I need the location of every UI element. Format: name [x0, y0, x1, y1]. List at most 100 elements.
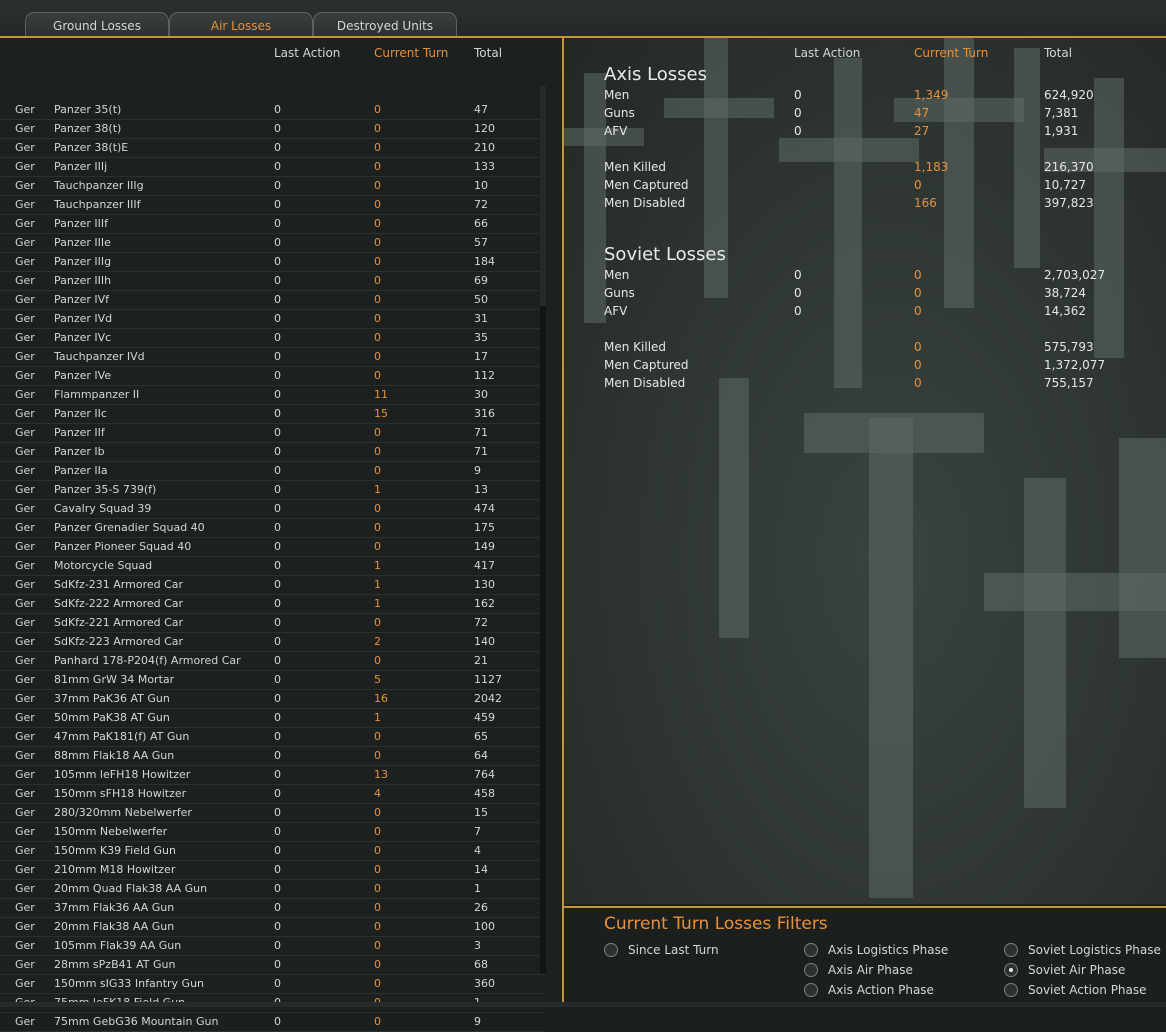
radio-icon[interactable]	[604, 943, 618, 957]
cell-last-action: 0	[274, 749, 281, 762]
table-row[interactable]: Ger 210mm M18 Howitzer 0 0 14	[0, 861, 545, 880]
tab-air-losses[interactable]: Air Losses	[169, 12, 313, 37]
cell-current-turn: 0	[374, 464, 381, 477]
table-row[interactable]: Ger Panzer IVe 0 0 112	[0, 367, 545, 386]
tab-ground-losses[interactable]: Ground Losses	[25, 12, 169, 37]
table-row[interactable]: Ger 28mm sPzB41 AT Gun 0 0 68	[0, 956, 545, 975]
cell-unit-name: 20mm Quad Flak38 AA Gun	[54, 882, 208, 895]
table-row[interactable]: Ger Panhard 178-P204(f) Armored Car 0 0 21	[0, 652, 545, 671]
cell-unit-name: 37mm Flak36 AA Gun	[54, 901, 175, 914]
table-row[interactable]: Ger Cavalry Squad 39 0 0 474	[0, 500, 545, 519]
cell-total: 72	[474, 198, 488, 211]
table-row[interactable]: Ger 88mm Flak18 AA Gun 0 0 64	[0, 747, 545, 766]
soviet-stat-label: Men Disabled	[604, 376, 686, 390]
axis-stat-total: 1,931	[1044, 124, 1079, 138]
radio-icon[interactable]	[1004, 983, 1018, 997]
table-row[interactable]: Ger Panzer 35-S 739(f) 0 1 13	[0, 481, 545, 500]
cell-current-turn: 0	[374, 749, 381, 762]
table-row[interactable]: Ger 37mm PaK36 AT Gun 0 16 2042	[0, 690, 545, 709]
cell-last-action: 0	[274, 388, 281, 401]
soviet-stat-current-turn: 0	[914, 340, 922, 354]
cell-nation: Ger	[15, 939, 35, 952]
table-row[interactable]: Ger 105mm Flak39 AA Gun 0 0 3	[0, 937, 545, 956]
table-row[interactable]: Ger Tauchpanzer IIIf 0 0 72	[0, 196, 545, 215]
table-row[interactable]: Ger 150mm sFH18 Howitzer 0 4 458	[0, 785, 545, 804]
table-row[interactable]: Ger 150mm sIG33 Infantry Gun 0 0 360	[0, 975, 545, 994]
table-row[interactable]: Ger Panzer IIc 0 15 316	[0, 405, 545, 424]
cell-unit-name: Panzer Ib	[54, 445, 105, 458]
cell-last-action: 0	[274, 920, 281, 933]
cell-current-turn: 0	[374, 502, 381, 515]
table-row[interactable]: Ger 50mm PaK38 AT Gun 0 1 459	[0, 709, 545, 728]
cell-total: 15	[474, 806, 488, 819]
table-row[interactable]: Ger Panzer IIIf 0 0 66	[0, 215, 545, 234]
cell-unit-name: Panzer IVf	[54, 293, 110, 306]
cell-last-action: 0	[274, 179, 281, 192]
scrollbar-thumb[interactable]	[540, 306, 546, 974]
table-row[interactable]: Ger 150mm K39 Field Gun 0 0 4	[0, 842, 545, 861]
cell-nation: Ger	[15, 141, 35, 154]
cell-total: 72	[474, 616, 488, 629]
table-row[interactable]: Ger Panzer IIIh 0 0 69	[0, 272, 545, 291]
tab-destroyed-units[interactable]: Destroyed Units	[313, 12, 457, 37]
cell-current-turn: 0	[374, 331, 381, 344]
cell-nation: Ger	[15, 863, 35, 876]
cell-last-action: 0	[274, 730, 281, 743]
radio-icon[interactable]	[1004, 943, 1018, 957]
table-row[interactable]: Ger 280/320mm Nebelwerfer 0 0 15	[0, 804, 545, 823]
scrollbar[interactable]	[540, 86, 546, 974]
table-row[interactable]: Ger Panzer IVf 0 0 50	[0, 291, 545, 310]
radio-icon[interactable]	[804, 963, 818, 977]
cell-current-turn: 0	[374, 730, 381, 743]
table-row[interactable]: Ger Panzer 38(t) 0 0 120	[0, 120, 545, 139]
table-row[interactable]: Ger Panzer IVd 0 0 31	[0, 310, 545, 329]
radio-icon[interactable]	[804, 983, 818, 997]
table-row[interactable]: Ger Panzer Pioneer Squad 40 0 0 149	[0, 538, 545, 557]
table-row[interactable]: Ger Panzer Ib 0 0 71	[0, 443, 545, 462]
table-row[interactable]: Ger Panzer IIIg 0 0 184	[0, 253, 545, 272]
table-row[interactable]: Ger Panzer Grenadier Squad 40 0 0 175	[0, 519, 545, 538]
cell-last-action: 0	[274, 293, 281, 306]
table-row[interactable]: Ger Tauchpanzer IIIg 0 0 10	[0, 177, 545, 196]
cell-nation: Ger	[15, 464, 35, 477]
table-row[interactable]: Ger 47mm PaK181(f) AT Gun 0 0 65	[0, 728, 545, 747]
table-row[interactable]: Ger Panzer IIa 0 0 9	[0, 462, 545, 481]
cell-current-turn: 1	[374, 559, 381, 572]
cell-nation: Ger	[15, 787, 35, 800]
table-row[interactable]: Ger Panzer IIIj 0 0 133	[0, 158, 545, 177]
table-row[interactable]: Ger 75mm GebG36 Mountain Gun 0 0 9	[0, 1013, 545, 1032]
table-row[interactable]: Ger Tauchpanzer IVd 0 0 17	[0, 348, 545, 367]
cell-unit-name: Panzer IIIh	[54, 274, 112, 287]
table-row[interactable]: Ger 105mm leFH18 Howitzer 0 13 764	[0, 766, 545, 785]
cell-last-action: 0	[274, 464, 281, 477]
table-row[interactable]: Ger Panzer IVc 0 0 35	[0, 329, 545, 348]
table-row[interactable]: Ger Panzer IIIe 0 0 57	[0, 234, 545, 253]
cell-unit-name: Panzer 38(t)	[54, 122, 122, 135]
cell-current-turn: 0	[374, 977, 381, 990]
table-row[interactable]: Ger Panzer IIf 0 0 71	[0, 424, 545, 443]
table-row[interactable]: Ger SdKfz-222 Armored Car 0 1 162	[0, 595, 545, 614]
table-row[interactable]: Ger Motorcycle Squad 0 1 417	[0, 557, 545, 576]
cell-current-turn: 0	[374, 540, 381, 553]
cell-current-turn: 0	[374, 236, 381, 249]
table-row[interactable]: Ger 20mm Quad Flak38 AA Gun 0 0 1	[0, 880, 545, 899]
table-row[interactable]: Ger Flammpanzer II 0 11 30	[0, 386, 545, 405]
table-row[interactable]: Ger Panzer 35(t) 0 0 47	[0, 101, 545, 120]
cell-unit-name: Panzer IIc	[54, 407, 107, 420]
table-row[interactable]: Ger 20mm Flak38 AA Gun 0 0 100	[0, 918, 545, 937]
table-row[interactable]: Ger Panzer 38(t)E 0 0 210	[0, 139, 545, 158]
radio-selected-icon[interactable]	[1004, 963, 1018, 977]
table-row[interactable]: Ger 37mm Flak36 AA Gun 0 0 26	[0, 899, 545, 918]
soviet-stat-label: Men Captured	[604, 358, 689, 372]
table-row[interactable]: Ger SdKfz-231 Armored Car 0 1 130	[0, 576, 545, 595]
table-row[interactable]: Ger 150mm Nebelwerfer 0 0 7	[0, 823, 545, 842]
table-row[interactable]: Ger SdKfz-221 Armored Car 0 0 72	[0, 614, 545, 633]
soviet-stat-label: AFV	[604, 304, 628, 318]
table-row[interactable]: Ger SdKfz-223 Armored Car 0 2 140	[0, 633, 545, 652]
cell-current-turn: 15	[374, 407, 388, 420]
table-row[interactable]: Ger 81mm GrW 34 Mortar 0 5 1127	[0, 671, 545, 690]
cell-current-turn: 0	[374, 103, 381, 116]
cell-last-action: 0	[274, 312, 281, 325]
cell-total: 47	[474, 103, 488, 116]
radio-icon[interactable]	[804, 943, 818, 957]
